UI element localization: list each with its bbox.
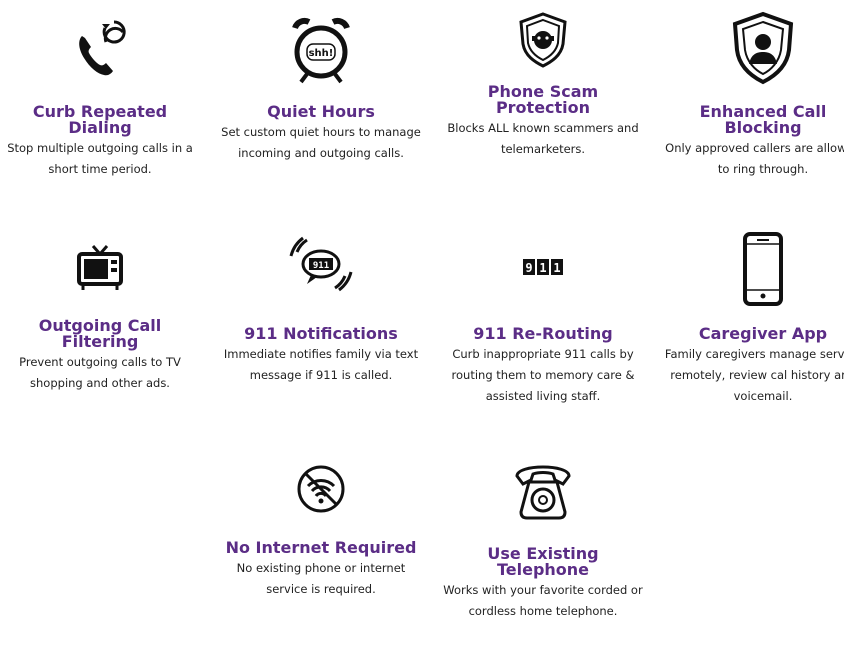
rotary-telephone-icon — [515, 465, 571, 520]
feature-caregiver-app: Caregiver App Family caregivers manage s… — [663, 232, 844, 407]
feature-title: Phone Scam Protection — [487, 82, 599, 117]
feature-use-existing-telephone: Use Existing Telephone Works with your f… — [443, 454, 643, 622]
feature-title: Enhanced Call Blocking — [699, 102, 827, 137]
911-bubble-icon: 911 — [289, 236, 353, 292]
feature-title: Outgoing Call Filtering — [38, 316, 162, 351]
feature-title: No Internet Required — [225, 538, 417, 557]
feature-enhanced-call-blocking: Enhanced Call Blocking Only approved cal… — [663, 10, 844, 180]
feature-title: 911 Notifications — [244, 324, 398, 343]
feature-title: Quiet Hours — [267, 102, 375, 121]
alarm-clock-shh-icon: shh! — [292, 17, 350, 84]
feature-description: Blocks ALL known scammers and telemarket… — [447, 121, 639, 156]
feature-title: Use Existing Telephone — [487, 544, 599, 579]
tv-icon — [77, 245, 123, 290]
svg-text:911: 911 — [313, 261, 329, 271]
feature-phone-scam-protection: Phone Scam Protection Blocks ALL known s… — [443, 10, 643, 160]
feature-911-notifications: 911 911 Notifications Immediate notifies… — [221, 232, 421, 386]
shield-user-icon — [732, 11, 794, 85]
svg-text:shh!: shh! — [309, 48, 334, 59]
feature-outgoing-call-filtering: Outgoing Call Filtering Prevent outgoing… — [0, 232, 200, 394]
feature-title: Caregiver App — [698, 324, 828, 343]
svg-text:1: 1 — [553, 261, 560, 275]
feature-description: Only approved callers are allowed to rin… — [665, 141, 844, 176]
svg-text:1: 1 — [539, 261, 546, 275]
svg-text:9: 9 — [525, 261, 532, 275]
feature-description: Set custom quiet hours to manage incomin… — [221, 125, 421, 160]
features-grid: Curb Repeated Dialing Stop multiple outg… — [0, 0, 844, 650]
feature-description: Family caregivers manage service remotel… — [664, 347, 844, 403]
feature-description: Curb inappropriate 911 calls by routing … — [451, 347, 635, 403]
feature-no-internet-required: No Internet Required No existing phone o… — [221, 454, 421, 600]
no-wifi-icon — [297, 465, 345, 513]
feature-title: 911 Re-Routing — [473, 324, 613, 343]
feature-quiet-hours: shh! Quiet Hours Set custom quiet hours … — [221, 10, 421, 164]
feature-description: No existing phone or internet service is… — [236, 561, 406, 596]
feature-description: Works with your favorite corded or cordl… — [443, 583, 643, 618]
feature-911-re-routing: 9 1 1 911 Re-Routing Curb inappropriate … — [443, 232, 643, 407]
feature-description: Immediate notifies family via text messa… — [223, 347, 419, 382]
911-digits-icon: 9 1 1 — [523, 259, 563, 275]
phone-repeat-icon — [79, 20, 126, 76]
shield-bandit-icon — [519, 12, 567, 68]
feature-description: Stop multiple outgoing calls in a short … — [7, 141, 193, 176]
feature-title: Curb Repeated Dialing — [32, 102, 168, 137]
feature-curb-repeated-dialing: Curb Repeated Dialing Stop multiple outg… — [0, 10, 200, 180]
smartphone-icon — [743, 232, 783, 306]
feature-description: Prevent outgoing calls to TV shopping an… — [19, 355, 181, 390]
